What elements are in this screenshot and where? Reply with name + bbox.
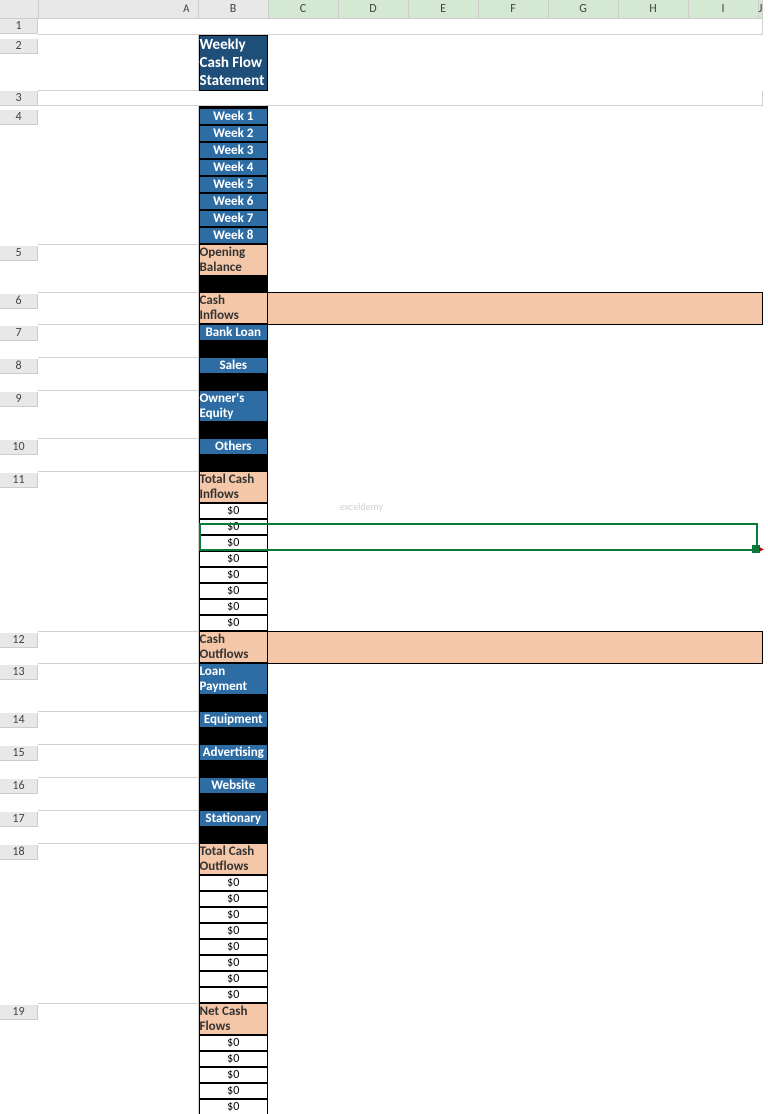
row-11[interactable]: 11: [0, 473, 38, 488]
label-others[interactable]: Others: [199, 438, 269, 455]
row-13[interactable]: 13: [0, 665, 38, 680]
week-5-header[interactable]: Week 5: [199, 176, 269, 193]
label-web[interactable]: Website: [199, 777, 269, 794]
label-loanpay[interactable]: Loan Payment: [199, 663, 269, 695]
row-12[interactable]: 12: [0, 633, 38, 648]
col-I[interactable]: I: [688, 0, 758, 19]
row-15[interactable]: 15: [0, 746, 38, 761]
row-17[interactable]: 17: [0, 812, 38, 827]
row-9[interactable]: 9: [0, 392, 38, 407]
row-3[interactable]: 3: [0, 91, 38, 106]
week-3-header[interactable]: Week 3: [199, 142, 269, 159]
row-19[interactable]: 19: [0, 1005, 38, 1020]
label-stat[interactable]: Stationary: [199, 810, 269, 827]
scroll-right-icon[interactable]: ▸: [759, 542, 764, 555]
week-4-header[interactable]: Week 4: [199, 159, 269, 176]
total-in-w1[interactable]: $0: [199, 503, 269, 519]
week-6-header[interactable]: Week 6: [199, 193, 269, 210]
row-18[interactable]: 18: [0, 845, 38, 860]
col-E[interactable]: E: [408, 0, 478, 19]
col-J[interactable]: J: [758, 0, 763, 19]
col-A[interactable]: A: [38, 0, 198, 19]
label-adv[interactable]: Advertising: [199, 744, 269, 761]
label-opening[interactable]: Opening Balance: [199, 244, 269, 276]
row-10[interactable]: 10: [0, 440, 38, 455]
label-inflows[interactable]: Cash Inflows: [199, 292, 269, 324]
outflows-span[interactable]: [268, 631, 763, 663]
week-8-header[interactable]: Week 8: [199, 227, 269, 244]
label-equip[interactable]: Equipment: [199, 711, 269, 728]
row-2[interactable]: 2: [0, 39, 38, 54]
label-total-outflows[interactable]: Total Cash Outflows: [199, 843, 269, 875]
label-total-inflows[interactable]: Total Cash Inflows: [199, 471, 269, 503]
row-16[interactable]: 16: [0, 779, 38, 794]
row-14[interactable]: 14: [0, 713, 38, 728]
col-H[interactable]: H: [618, 0, 688, 19]
col-D[interactable]: D: [338, 0, 408, 19]
label-equity[interactable]: Owner's Equity: [199, 390, 269, 422]
title-cell: Weekly Cash Flow Statement: [199, 35, 269, 91]
label-net[interactable]: Net Cash Flows: [199, 1003, 269, 1035]
col-F[interactable]: F: [478, 0, 548, 19]
row-4[interactable]: 4: [0, 110, 38, 125]
inflows-span[interactable]: [268, 292, 763, 324]
col-C[interactable]: C: [268, 0, 338, 19]
row-6[interactable]: 6: [0, 294, 38, 309]
label-outflows[interactable]: Cash Outflows: [199, 631, 269, 663]
label-bank[interactable]: Bank Loan: [199, 324, 269, 341]
week-7-header[interactable]: Week 7: [199, 210, 269, 227]
corner[interactable]: [0, 0, 38, 19]
label-sales[interactable]: Sales: [199, 357, 269, 374]
week-2-header[interactable]: Week 2: [199, 125, 269, 142]
row-7[interactable]: 7: [0, 326, 38, 341]
col-B[interactable]: B: [198, 0, 268, 19]
week-1-header[interactable]: Week 1: [199, 108, 269, 125]
spreadsheet[interactable]: A B C D E F G H I J 1 2 Weekly Cash Flow…: [0, 0, 763, 1114]
row-5[interactable]: 5: [0, 246, 38, 261]
row-8[interactable]: 8: [0, 359, 38, 374]
row-1[interactable]: 1: [0, 19, 38, 34]
col-G[interactable]: G: [548, 0, 618, 19]
